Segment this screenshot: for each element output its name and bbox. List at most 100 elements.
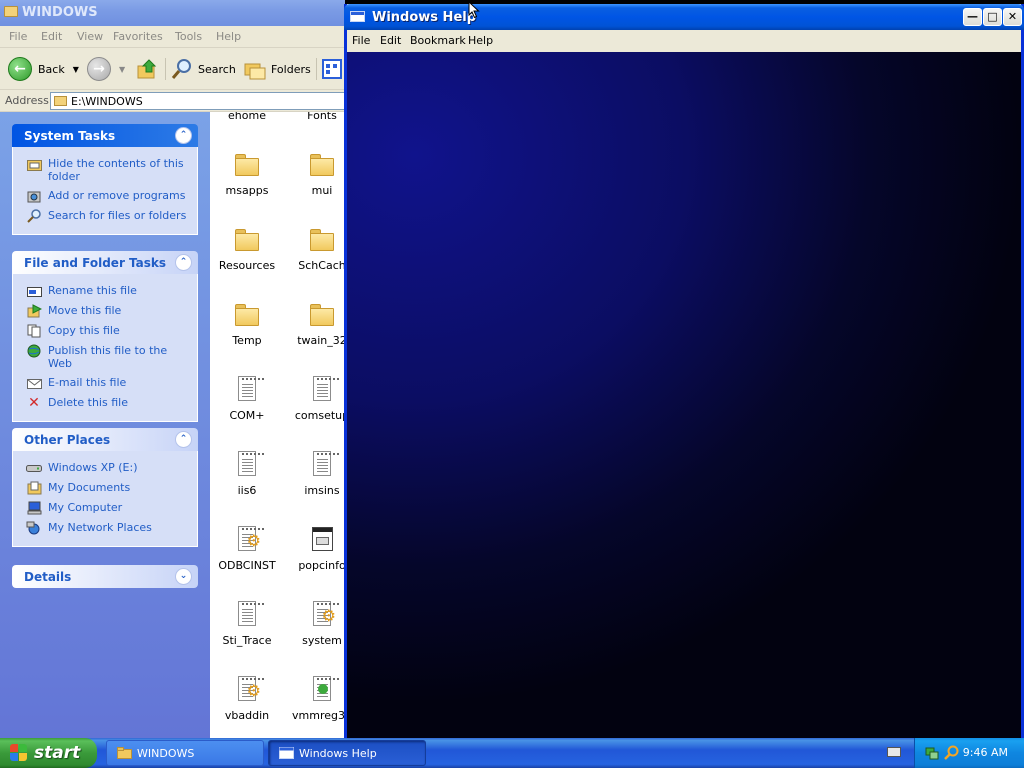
menu-help[interactable]: Help: [216, 30, 241, 43]
file-item[interactable]: twain_32: [285, 300, 345, 347]
file-item[interactable]: mui: [285, 150, 345, 197]
menu-favorites[interactable]: Favorites: [113, 30, 163, 43]
file-name-label: comsetup: [294, 409, 345, 422]
place-label: My Computer: [48, 501, 123, 514]
menu-edit[interactable]: Edit: [41, 30, 62, 43]
back-dropdown-icon[interactable]: ▼: [73, 65, 79, 74]
task-copy-file[interactable]: Copy this file: [13, 321, 197, 341]
details-panel: Details ⌄: [12, 565, 198, 588]
windows-flag-icon: [10, 744, 28, 762]
system-tray: 9:46 AM: [914, 738, 1024, 768]
task-email-file[interactable]: E-mail this file: [13, 373, 197, 393]
system-tasks-header[interactable]: System Tasks ⌃: [12, 124, 198, 147]
file-item[interactable]: ⚙ system: [285, 600, 345, 647]
file-name-label: COM+: [229, 409, 265, 422]
task-label: Delete this file: [48, 396, 128, 409]
forward-dropdown-icon[interactable]: ▼: [119, 65, 125, 74]
help-menu-help[interactable]: Help: [468, 34, 493, 47]
search-tray-icon[interactable]: [943, 745, 959, 761]
help-menu-file[interactable]: File: [352, 34, 370, 47]
forward-button[interactable]: → ▼: [87, 56, 125, 82]
taskbar-button-windows[interactable]: WINDOWS: [106, 740, 264, 766]
file-item[interactable]: ehome: [210, 112, 284, 122]
windows-help-window[interactable]: Windows Help — □ ✕ File Edit Bookmark He…: [344, 4, 1024, 738]
folders-label: Folders: [271, 62, 311, 76]
clock[interactable]: 9:46 AM: [963, 746, 1008, 759]
task-rename-file[interactable]: Rename this file: [13, 281, 197, 301]
task-delete-file[interactable]: ✕ Delete this file: [13, 393, 197, 413]
search-button[interactable]: Search: [170, 56, 236, 82]
file-item[interactable]: Temp: [210, 300, 284, 347]
file-item[interactable]: comsetup: [285, 375, 345, 422]
close-button[interactable]: ✕: [1003, 8, 1022, 26]
file-name-label: mui: [311, 184, 333, 197]
taskbar-button-windows-help[interactable]: Windows Help: [268, 740, 426, 766]
add-remove-programs-icon: [26, 189, 42, 203]
start-button[interactable]: start: [0, 738, 97, 768]
task-move-file[interactable]: Move this file: [13, 301, 197, 321]
file-item[interactable]: popcinfo: [285, 525, 345, 572]
file-name-label: iis6: [237, 484, 257, 497]
file-folder-tasks-header[interactable]: File and Folder Tasks ⌃: [12, 251, 198, 274]
explorer-titlebar[interactable]: WINDOWS: [0, 0, 345, 26]
network-tray-icon[interactable]: [924, 745, 940, 761]
maximize-button[interactable]: □: [983, 8, 1002, 26]
folders-button[interactable]: Folders: [243, 56, 311, 82]
task-hide-contents[interactable]: Hide the contents of this folder: [13, 154, 197, 186]
globe-icon: [26, 344, 42, 358]
views-button[interactable]: [322, 56, 342, 82]
file-item[interactable]: SchCach: [285, 225, 345, 272]
task-search-files[interactable]: Search for files or folders: [13, 206, 197, 226]
explorer-window[interactable]: WINDOWS File Edit View Favorites Tools H…: [0, 0, 345, 738]
collapse-chevron-icon[interactable]: ⌃: [175, 254, 192, 271]
file-name-label: msapps: [225, 184, 269, 197]
minimize-button[interactable]: —: [963, 8, 982, 26]
maximize-icon: □: [987, 10, 998, 23]
other-places-header[interactable]: Other Places ⌃: [12, 428, 198, 451]
back-arrow-icon: ←: [8, 57, 32, 81]
details-header[interactable]: Details ⌄: [12, 565, 198, 588]
folder-icon: [308, 300, 336, 328]
task-label: Copy this file: [48, 324, 120, 337]
folder-icon: [233, 300, 261, 328]
place-my-network-places[interactable]: My Network Places: [13, 518, 197, 538]
text-file-icon: [233, 600, 264, 628]
place-label: Windows XP (E:): [48, 461, 138, 474]
place-my-computer[interactable]: My Computer: [13, 498, 197, 518]
file-item[interactable]: imsins: [285, 450, 345, 497]
collapse-chevron-icon[interactable]: ⌃: [175, 431, 192, 448]
address-label: Address: [5, 94, 49, 107]
up-folder-button[interactable]: [135, 56, 159, 82]
help-menu-bookmark[interactable]: Bookmark: [410, 34, 466, 47]
file-item[interactable]: Resources: [210, 225, 284, 272]
file-item[interactable]: Sti_Trace: [210, 600, 284, 647]
taskbar: start WINDOWS Windows Help 9:46 AM: [0, 738, 1024, 768]
task-add-remove-programs[interactable]: Add or remove programs: [13, 186, 197, 206]
help-content-area[interactable]: [347, 52, 1021, 738]
collapse-chevron-icon[interactable]: ⌃: [175, 127, 192, 144]
menu-tools[interactable]: Tools: [175, 30, 202, 43]
help-menu-edit[interactable]: Edit: [380, 34, 401, 47]
place-windows-xp-drive[interactable]: Windows XP (E:): [13, 458, 197, 478]
address-input[interactable]: E:\WINDOWS: [50, 92, 345, 110]
help-titlebar[interactable]: Windows Help — □ ✕: [344, 4, 1024, 30]
help-title: Windows Help: [372, 10, 477, 25]
file-item[interactable]: msapps: [210, 150, 284, 197]
config-file-icon: ⚙: [233, 525, 264, 553]
task-publish-web[interactable]: Publish this file to the Web: [13, 341, 197, 373]
file-item[interactable]: ⚙ ODBCINST: [210, 525, 284, 572]
file-item[interactable]: COM+: [210, 375, 284, 422]
keyboard-layout-icon[interactable]: [887, 747, 901, 757]
file-item[interactable]: ⚙ vbaddin: [210, 675, 284, 722]
file-item[interactable]: iis6: [210, 450, 284, 497]
expand-chevron-icon[interactable]: ⌄: [175, 568, 192, 585]
file-item[interactable]: vmmreg32: [285, 675, 345, 722]
back-button[interactable]: ← Back ▼: [8, 56, 79, 82]
file-item[interactable]: Fonts: [285, 112, 345, 122]
panel-body: Hide the contents of this folder Add or …: [12, 147, 198, 235]
menu-file[interactable]: File: [9, 30, 27, 43]
place-my-documents[interactable]: My Documents: [13, 478, 197, 498]
search-icon: [26, 209, 42, 223]
menu-view[interactable]: View: [77, 30, 103, 43]
toolbar-separator: [316, 58, 317, 80]
